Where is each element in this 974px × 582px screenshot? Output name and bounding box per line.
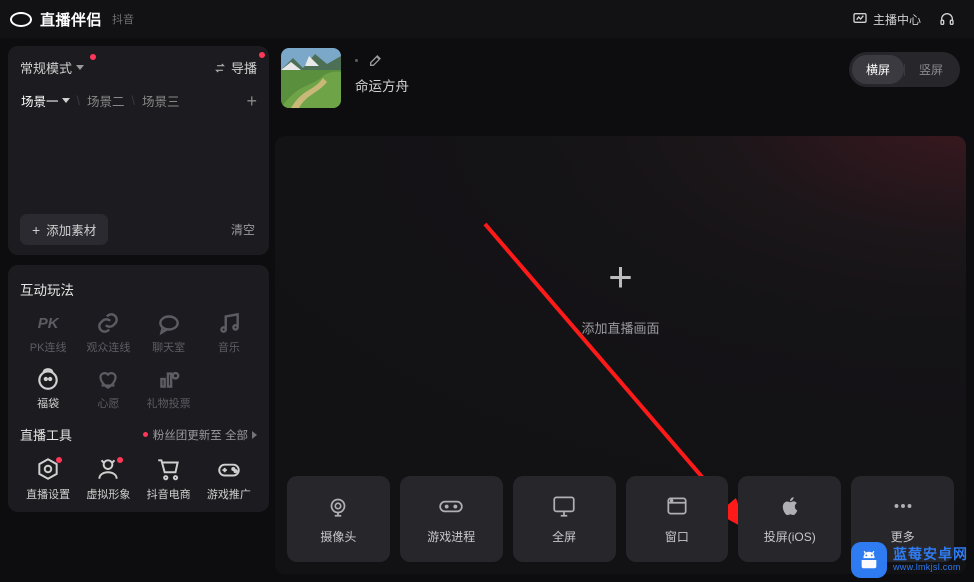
mode-label: 常规模式 (20, 58, 72, 77)
director-button[interactable]: 导播 (213, 58, 257, 77)
tool-stream-settings[interactable]: 直播设置 (20, 458, 76, 502)
add-scene-button[interactable]: + (246, 92, 257, 110)
bag-icon (35, 369, 61, 389)
add-source-label: 添加素材 (46, 220, 96, 239)
host-center-label: 主播中心 (873, 11, 921, 28)
watermark-logo (851, 542, 887, 578)
scene-tab-2[interactable]: 场景二 (86, 89, 126, 112)
interact-title: 互动玩法 (20, 279, 257, 299)
widget-audience-link[interactable]: 观众连线 (80, 313, 136, 355)
stream-thumbnail[interactable] (281, 48, 341, 108)
monitor-icon (551, 494, 577, 518)
wish-icon (95, 369, 121, 389)
orientation-vertical[interactable]: 竖屏 (905, 55, 957, 84)
source-window[interactable]: 窗口 (626, 476, 729, 562)
headset-button[interactable] (939, 11, 960, 27)
add-canvas-label: 添加直播画面 (581, 318, 659, 337)
chat-icon (156, 313, 182, 333)
poll-icon (156, 369, 182, 389)
widget-wish[interactable]: 心愿 (80, 369, 136, 411)
app-header: 直播伴侣 抖音 主播中心 (0, 0, 974, 38)
interaction-panel: 互动玩法 PK PK连线 观众连线 聊天室 (8, 265, 269, 512)
host-center-button[interactable]: 主播中心 (852, 11, 921, 28)
widget-music[interactable]: 音乐 (201, 313, 257, 355)
main-area: 命运方舟 横屏 竖屏 + 添加直播画面 (275, 38, 974, 582)
orientation-horizontal[interactable]: 横屏 (852, 55, 904, 84)
link-icon (95, 313, 121, 333)
red-dot-icon (143, 432, 148, 437)
dot-icon (355, 59, 358, 62)
cart-icon (156, 458, 182, 480)
camera-icon (325, 494, 351, 518)
stream-name: 命运方舟 (355, 75, 409, 95)
red-dot-icon (117, 457, 123, 463)
tools-update-label: 粉丝团更新至 全部 (153, 427, 248, 443)
scene-tab-3[interactable]: 场景三 (141, 89, 181, 112)
tool-avatar[interactable]: 虚拟形象 (80, 458, 136, 502)
tools-title: 直播工具 (20, 425, 72, 444)
headset-icon (939, 11, 955, 27)
source-fullscreen[interactable]: 全屏 (513, 476, 616, 562)
tool-ecommerce[interactable]: 抖音电商 (141, 458, 197, 502)
tool-game-promo[interactable]: 游戏推广 (201, 458, 257, 502)
widget-gift-vote[interactable]: 礼物投票 (141, 369, 197, 411)
clear-button[interactable]: 清空 (231, 221, 257, 238)
scene-tabs: 场景一 \ 场景二 \ 场景三 + (20, 89, 257, 112)
watermark-title: 蓝莓安卓网 (893, 547, 968, 562)
add-canvas-button[interactable]: + 添加直播画面 (581, 256, 659, 337)
watermark: 蓝莓安卓网 www.lmkjsl.com (851, 542, 968, 578)
plus-icon: + (32, 223, 40, 237)
widget-pk[interactable]: PK PK连线 (20, 313, 76, 355)
orientation-toggle: 横屏 竖屏 (849, 52, 960, 87)
edit-icon[interactable] (368, 52, 384, 68)
widget-chatroom[interactable]: 聊天室 (141, 313, 197, 355)
director-label: 导播 (231, 58, 257, 77)
source-camera[interactable]: 摄像头 (287, 476, 390, 562)
pk-icon: PK (35, 313, 61, 333)
watermark-url: www.lmkjsl.com (893, 563, 968, 573)
source-airplay[interactable]: 投屏(iOS) (738, 476, 841, 562)
red-dot-icon (56, 457, 62, 463)
scene-tab-1[interactable]: 场景一 (20, 89, 71, 112)
chevron-down-icon (76, 65, 84, 70)
canvas-area: + 添加直播画面 摄像头 游戏进程 (275, 136, 966, 574)
scene-panel: 常规模式 导播 场景一 \ 场景二 (8, 46, 269, 255)
widget-lucky-bag[interactable]: 福袋 (20, 369, 76, 411)
sidebar: 常规模式 导播 场景一 \ 场景二 (0, 38, 275, 582)
add-source-button[interactable]: + 添加素材 (20, 214, 108, 245)
gamepad-icon (438, 494, 464, 518)
music-icon (216, 313, 242, 333)
plus-icon: + (608, 256, 633, 298)
chevron-down-icon (62, 98, 70, 103)
more-icon (890, 494, 916, 518)
app-logo-icon (10, 12, 32, 27)
app-name: 直播伴侣 (40, 9, 102, 30)
window-icon (664, 494, 690, 518)
source-game[interactable]: 游戏进程 (400, 476, 503, 562)
mode-selector[interactable]: 常规模式 (20, 58, 84, 77)
apple-icon (777, 494, 803, 518)
swap-icon (213, 61, 227, 75)
app-brand: 抖音 (112, 11, 134, 27)
red-dot-icon (259, 52, 265, 58)
tools-update-link[interactable]: 粉丝团更新至 全部 (143, 427, 257, 443)
gamepad-icon (216, 458, 242, 480)
chevron-right-icon (252, 431, 257, 439)
red-dot-icon (90, 54, 96, 60)
monitor-icon (852, 11, 868, 27)
